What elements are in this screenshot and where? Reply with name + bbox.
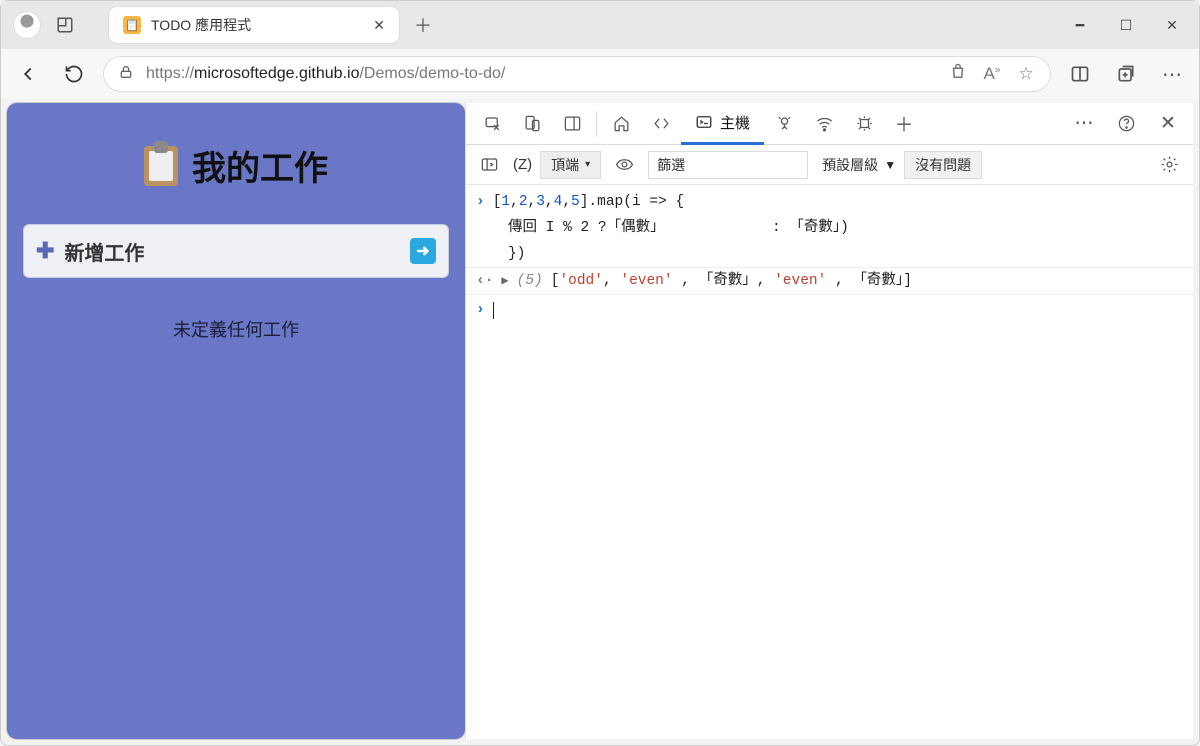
log-level-selector[interactable]: 預設層級 ▼ [822,155,896,175]
console-settings-icon[interactable] [1154,144,1185,186]
add-panel-icon[interactable]: ＋ [884,103,924,145]
split-screen-icon[interactable] [1063,57,1097,91]
toggle-sidebar-icon[interactable] [474,144,505,186]
clipboard-favicon-icon: 📋 [123,16,141,34]
more-tools-icon[interactable]: ⋯ [1065,103,1103,145]
tab-title: TODO 應用程式 [151,15,363,35]
content-area: 我的工作 ✚ 新增工作 ➜ 未定義任何工作 [7,103,1193,739]
address-bar[interactable]: https://microsoftedge.github.io/Demos/de… [103,56,1051,92]
result-array: ['odd', 'even' , 「奇數」, 'even' , 「奇數」] [551,270,912,292]
browser-tabstrip: 📋 TODO 應用程式 ✕ ＋ ━ ☐ ✕ [1,1,1199,49]
devtools-tabbar: 主機 ＋ ⋯ ✕ [466,103,1193,145]
network-tab-icon[interactable] [804,103,844,145]
input-prompt-icon: › [476,191,485,213]
live-expression-icon[interactable] [609,144,640,186]
output-prompt-icon: ‹· [476,270,493,292]
console-toolbar: (Z) 頂端 ▾ 篩選 預設層級 ▼ 沒有問題 [466,145,1193,185]
help-icon[interactable] [1107,103,1145,145]
close-tab-icon[interactable]: ✕ [373,17,385,34]
text-caret [493,302,494,319]
profile-avatar[interactable] [13,11,41,39]
browser-tab[interactable]: 📋 TODO 應用程式 ✕ [109,7,399,43]
input-prompt-icon: › [476,299,485,321]
close-devtools-icon[interactable]: ✕ [1149,103,1187,145]
devtools-panel: 主機 ＋ ⋯ ✕ (Z) [465,103,1193,739]
context-selector[interactable]: 頂端 ▾ [540,151,601,179]
elements-tab-icon[interactable] [641,103,681,145]
refresh-button[interactable] [57,57,91,91]
console-input-line: }) [466,241,1193,267]
address-bar-row: https://microsoftedge.github.io/Demos/de… [1,49,1199,99]
maximize-button[interactable]: ☐ [1103,1,1149,49]
todo-page: 我的工作 ✚ 新增工作 ➜ 未定義任何工作 [7,103,465,739]
context-z-label: (Z) [513,156,532,173]
console-prompt[interactable]: › [466,295,1193,325]
plus-icon: ✚ [36,238,54,264]
console-tab[interactable]: 主機 [681,103,764,145]
add-task-label: 新增工作 [64,237,144,266]
console-input-line: 傳回 I % 2 ?「偶數」 : 「奇數」) [466,215,1193,241]
minimize-button[interactable]: ━ [1057,1,1103,49]
read-aloud-icon[interactable]: A» [980,64,1004,84]
page-title: 我的工作 [144,141,328,190]
url-text: https://microsoftedge.github.io/Demos/de… [146,65,936,83]
back-button[interactable] [11,57,45,91]
dock-side-icon[interactable] [552,103,592,145]
welcome-tab-icon[interactable] [601,103,641,145]
expand-triangle-icon[interactable]: ▶ [501,270,508,292]
console-output[interactable]: › [1,2,3,4,5].map(i => { 傳回 I % 2 ?「偶數」 … [466,185,1193,739]
device-emulation-icon[interactable] [512,103,552,145]
console-tab-label: 主機 [720,112,750,133]
more-menu-icon[interactable]: ⋯ [1155,57,1189,91]
shopping-icon[interactable] [946,63,970,86]
favorite-star-icon[interactable]: ☆ [1014,64,1038,84]
performance-tab-icon[interactable] [844,103,884,145]
clipboard-icon [144,146,178,186]
console-input-line: › [1,2,3,4,5].map(i => { [466,189,1193,215]
new-tab-button[interactable]: ＋ [409,11,437,39]
array-length: (5) [517,270,543,292]
sources-tab-icon[interactable] [764,103,804,145]
close-window-button[interactable]: ✕ [1149,1,1195,49]
submit-task-button[interactable]: ➜ [410,238,436,264]
collections-icon[interactable] [1109,57,1143,91]
add-task-input[interactable]: ✚ 新增工作 ➜ [23,224,449,278]
no-issues-badge[interactable]: 沒有問題 [904,151,982,179]
inspect-element-icon[interactable] [472,103,512,145]
site-lock-icon[interactable] [116,64,136,85]
window-controls: ━ ☐ ✕ [1057,1,1195,49]
console-result-line[interactable]: ‹· ▶ (5) ['odd', 'even' , 「奇數」, 'even' ,… [466,267,1193,295]
tab-actions-icon[interactable] [51,11,79,39]
filter-input[interactable]: 篩選 [648,151,808,179]
no-tasks-message: 未定義任何工作 [173,316,299,342]
